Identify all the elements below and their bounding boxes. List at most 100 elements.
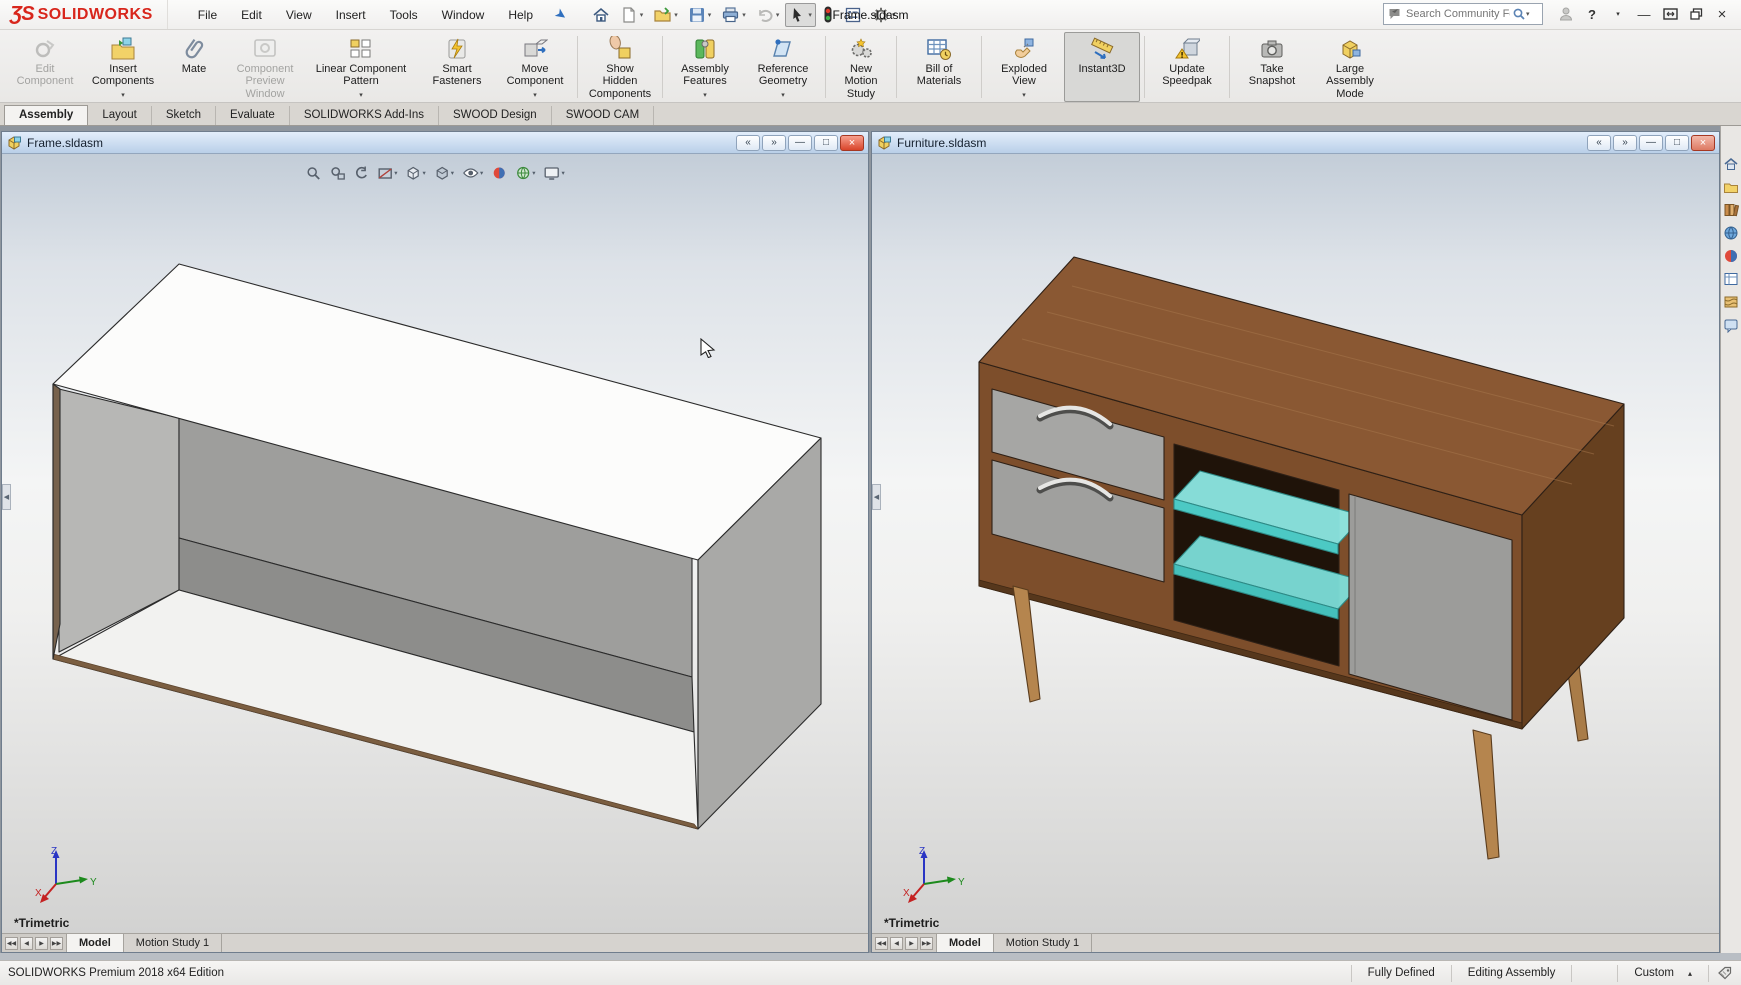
- next-tab-button[interactable]: ▶: [905, 937, 918, 950]
- close-doc-button[interactable]: ×: [1691, 135, 1715, 151]
- appearances-scenes-icon[interactable]: [1723, 248, 1739, 264]
- feature-manager-flyout-arrow[interactable]: ◀: [2, 484, 11, 510]
- ribbon-exploded-view[interactable]: Exploded View ▾: [986, 32, 1062, 102]
- tab-solidworks-addins[interactable]: SOLIDWORKS Add-Ins: [290, 106, 439, 125]
- frame-3d-model[interactable]: [2, 154, 868, 935]
- dock-right-button[interactable]: »: [762, 135, 786, 151]
- menu-file[interactable]: File: [186, 3, 229, 27]
- dropdown-arrow-icon[interactable]: ▾: [703, 91, 707, 100]
- file-explorer-icon[interactable]: [1723, 202, 1739, 218]
- search-input[interactable]: [1404, 7, 1512, 21]
- swood-library-icon[interactable]: [1723, 294, 1739, 310]
- furniture-3d-model[interactable]: [872, 154, 1719, 935]
- dropdown-arrow-icon[interactable]: ▾: [121, 91, 125, 100]
- dock-right-button[interactable]: »: [1613, 135, 1637, 151]
- tab-swood-cam[interactable]: SWOOD CAM: [552, 106, 654, 125]
- solidworks-resources-icon[interactable]: [1723, 156, 1739, 172]
- menu-edit[interactable]: Edit: [229, 3, 274, 27]
- menu-help[interactable]: Help: [496, 3, 545, 27]
- tab-evaluate[interactable]: Evaluate: [216, 106, 290, 125]
- span-displays-button[interactable]: [1657, 3, 1683, 25]
- dropdown-arrow-icon[interactable]: ▾: [533, 91, 537, 100]
- minimize-doc-button[interactable]: —: [788, 135, 812, 151]
- tab-assembly[interactable]: Assembly: [4, 105, 88, 125]
- ribbon-assembly-features[interactable]: Assembly Features ▾: [667, 32, 743, 102]
- close-doc-button[interactable]: ×: [840, 135, 864, 151]
- dock-left-button[interactable]: «: [736, 135, 760, 151]
- maximize-doc-button[interactable]: □: [814, 135, 838, 151]
- furniture-viewport[interactable]: Z Y X ◀ *Trimetric: [872, 154, 1719, 935]
- ribbon-instant3d[interactable]: Instant3D: [1064, 32, 1140, 102]
- ribbon-mate[interactable]: Mate: [163, 32, 225, 102]
- next-tab-button[interactable]: ▶: [35, 937, 48, 950]
- ribbon-reference-geometry[interactable]: Reference Geometry ▾: [745, 32, 821, 102]
- community-search[interactable]: ▾: [1383, 3, 1543, 25]
- ribbon-component-preview-window[interactable]: Component Preview Window: [227, 32, 303, 102]
- custom-properties-icon[interactable]: [1723, 271, 1739, 287]
- menu-window[interactable]: Window: [430, 3, 497, 27]
- forum-icon[interactable]: [1723, 317, 1739, 333]
- ribbon-large-assembly-mode[interactable]: Large Assembly Mode: [1312, 32, 1388, 102]
- dock-left-button[interactable]: «: [1587, 135, 1611, 151]
- dropdown-arrow-icon[interactable]: ▾: [1022, 91, 1026, 100]
- tab-swood-design[interactable]: SWOOD Design: [439, 106, 552, 125]
- first-tab-button[interactable]: ◀◀: [5, 937, 18, 950]
- motion-study-tab[interactable]: Motion Study 1: [994, 934, 1092, 952]
- dropdown-arrow-icon[interactable]: ▾: [781, 91, 785, 100]
- first-tab-button[interactable]: ◀◀: [875, 937, 888, 950]
- ribbon-edit-component[interactable]: Edit Component: [7, 32, 83, 102]
- minimize-button[interactable]: —: [1631, 3, 1657, 25]
- furniture-title-bar[interactable]: Furniture.sldasm « » — □ ×: [872, 132, 1719, 154]
- home-button[interactable]: [588, 3, 614, 27]
- model-tab[interactable]: Model: [937, 934, 994, 952]
- user-account-button[interactable]: [1553, 3, 1579, 25]
- ribbon-linear-component-pattern[interactable]: Linear Component Pattern ▾: [305, 32, 417, 102]
- menu-insert[interactable]: Insert: [324, 3, 378, 27]
- close-button[interactable]: ×: [1709, 3, 1735, 25]
- units-selector[interactable]: Custom ▴: [1617, 965, 1708, 982]
- menu-view[interactable]: View: [274, 3, 324, 27]
- ribbon-bill-of-materials[interactable]: Bill of Materials: [901, 32, 977, 102]
- pin-icon[interactable]: ➤: [551, 4, 570, 25]
- search-icon[interactable]: [1512, 7, 1526, 21]
- ribbon-move-component[interactable]: Move Component ▾: [497, 32, 573, 102]
- bill-of-materials-icon: [926, 36, 952, 62]
- tags-button[interactable]: [1708, 965, 1741, 982]
- minimize-doc-button[interactable]: —: [1639, 135, 1663, 151]
- new-document-button[interactable]: ▾: [616, 3, 648, 27]
- last-tab-button[interactable]: ▶▶: [920, 937, 933, 950]
- design-library-icon[interactable]: [1723, 179, 1739, 195]
- solidworks-application: ƷS SOLIDWORKS File Edit View Insert Tool…: [0, 0, 1741, 985]
- frame-viewport[interactable]: ▾ ▾ ▾ ▾ ▾ ▾: [2, 154, 868, 935]
- maximize-doc-button[interactable]: □: [1665, 135, 1689, 151]
- model-tab[interactable]: Model: [67, 934, 124, 952]
- prev-tab-button[interactable]: ◀: [20, 937, 33, 950]
- last-tab-button[interactable]: ▶▶: [50, 937, 63, 950]
- view-palette-icon[interactable]: [1723, 225, 1739, 241]
- select-tool-button[interactable]: ▾: [785, 3, 816, 27]
- tab-layout[interactable]: Layout: [88, 106, 152, 125]
- motion-study-tab[interactable]: Motion Study 1: [124, 934, 222, 952]
- ribbon-update-speedpak[interactable]: Update Speedpak: [1149, 32, 1225, 102]
- ribbon-new-motion-study[interactable]: New Motion Study: [830, 32, 892, 102]
- help-button[interactable]: ?: [1579, 3, 1605, 25]
- dropdown-arrow-icon[interactable]: ▾: [359, 91, 363, 100]
- user-icon: [1558, 6, 1574, 22]
- save-button[interactable]: ▾: [684, 3, 716, 27]
- open-button[interactable]: ▾: [649, 3, 682, 27]
- undo-button[interactable]: ▾: [752, 3, 784, 27]
- ribbon-insert-components[interactable]: Insert Components ▾: [85, 32, 161, 102]
- restore-button[interactable]: [1683, 3, 1709, 25]
- ribbon-show-hidden-components[interactable]: Show Hidden Components: [582, 32, 658, 102]
- ribbon-take-snapshot[interactable]: Take Snapshot: [1234, 32, 1310, 102]
- help-dropdown[interactable]: ▾: [1605, 3, 1631, 25]
- dropdown-arrow-icon[interactable]: ▾: [1526, 10, 1530, 18]
- ribbon-smart-fasteners[interactable]: Smart Fasteners: [419, 32, 495, 102]
- prev-tab-button[interactable]: ◀: [890, 937, 903, 950]
- menu-bar-right: ▾ ? ▾ — ×: [1383, 3, 1735, 25]
- frame-title-bar[interactable]: Frame.sldasm « » — □ ×: [2, 132, 868, 154]
- menu-tools[interactable]: Tools: [378, 3, 430, 27]
- print-button[interactable]: ▾: [717, 3, 750, 27]
- tab-sketch[interactable]: Sketch: [152, 106, 216, 125]
- feature-manager-flyout-arrow[interactable]: ◀: [872, 484, 881, 510]
